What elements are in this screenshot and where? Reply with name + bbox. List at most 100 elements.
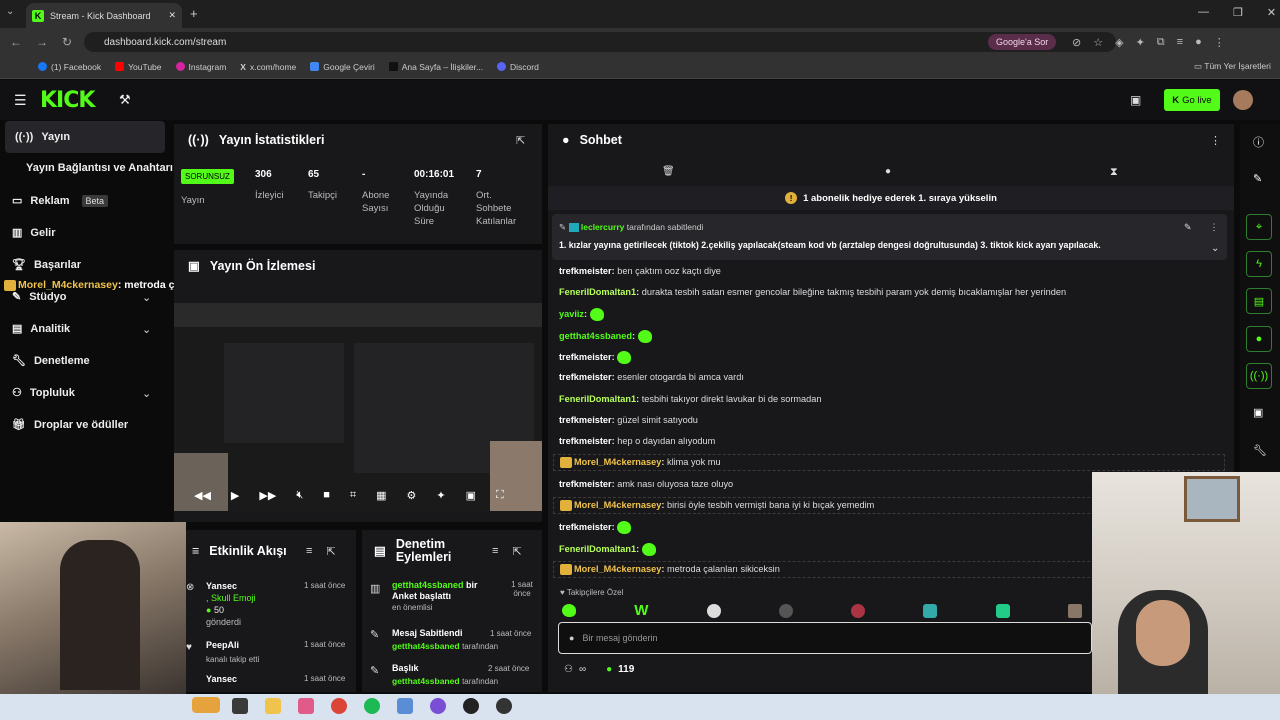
settings-icon[interactable]: ⚙ xyxy=(407,489,417,502)
app-icon[interactable] xyxy=(496,698,512,714)
back-icon[interactable]: ← xyxy=(10,35,22,49)
weather-widget-icon[interactable] xyxy=(192,697,220,713)
stream-preview[interactable]: ◀◀ ▶ ▶▶ 🔇︎ ■ ⌗ ▦ ⚙ ✦ ▣ ⛶ xyxy=(174,303,542,511)
obs-icon[interactable] xyxy=(463,698,479,714)
sparkle-icon[interactable]: ✦ xyxy=(436,489,445,502)
pencil-icon[interactable]: ✎ xyxy=(1253,172,1262,185)
chat-input[interactable]: ● Bir mesaj gönderin xyxy=(558,622,1092,654)
sidebar-item-drops[interactable]: 🎁︎ Droplar ve ödüller xyxy=(12,418,128,432)
emote-icon[interactable] xyxy=(706,603,721,618)
minimize-icon[interactable]: — xyxy=(1198,6,1209,19)
fullscreen-icon[interactable]: ⛶ xyxy=(496,489,504,502)
extension-icon[interactable]: ◈ xyxy=(1115,36,1123,49)
expand-chevron-icon[interactable]: ⌄ xyxy=(1211,243,1219,254)
menu-icon[interactable]: ⋮ xyxy=(1214,36,1225,49)
emote-icon[interactable] xyxy=(778,603,793,618)
sidebar-item-stream-key[interactable]: Yayın Bağlantısı ve Anahtarı xyxy=(26,162,173,174)
bookmark-facebook[interactable]: (1) Facebook xyxy=(38,62,101,72)
emote-icon[interactable] xyxy=(851,603,866,618)
google-ask-button[interactable]: Google'a Sor xyxy=(988,34,1057,50)
task-view-icon[interactable] xyxy=(232,698,248,714)
hamburger-menu-icon[interactable]: ☰ xyxy=(14,92,27,109)
bookmark-discord[interactable]: Discord xyxy=(497,62,539,72)
close-window-icon[interactable]: ✕ xyxy=(1267,6,1276,19)
info-icon[interactable]: ⓘ xyxy=(1253,134,1264,150)
filter-icon[interactable]: ≡ xyxy=(492,545,498,558)
restore-icon[interactable]: ❐ xyxy=(1233,6,1243,19)
go-live-button[interactable]: K Go live xyxy=(1164,89,1220,111)
sidebar-item-community[interactable]: ⚇ Topluluk xyxy=(12,386,75,400)
grid-icon[interactable]: ▦ xyxy=(376,489,386,502)
url-field[interactable]: dashboard.kick.com/stream xyxy=(84,32,1116,52)
play-icon[interactable]: ▶ xyxy=(231,489,239,502)
chat-username[interactable]: FeneriIDomaltan1 xyxy=(559,394,636,404)
emote-icon[interactable] xyxy=(562,604,576,617)
chrome-icon[interactable] xyxy=(331,698,347,714)
chat-menu-icon[interactable]: ⋮ xyxy=(1210,134,1221,147)
crop-icon[interactable]: ⌗ xyxy=(350,489,356,502)
chat-username[interactable]: trefkmeister xyxy=(559,436,612,446)
sub-banner[interactable]: ! 1 abonelik hediye ederek 1. sıraya yüks… xyxy=(548,186,1234,210)
popout-icon[interactable]: ⇱ xyxy=(512,545,521,558)
chevron-down-icon[interactable]: ⌄ xyxy=(142,291,151,304)
chat-username[interactable]: Morel_M4ckernasey xyxy=(574,564,661,574)
chat-username[interactable]: trefkmeister xyxy=(559,415,612,425)
profile-icon[interactable]: ● xyxy=(1195,36,1202,49)
forward-icon[interactable]: ▶▶ xyxy=(259,489,276,502)
popout-icon[interactable]: ⇱ xyxy=(326,545,335,558)
eye-off-icon[interactable]: ⊘ xyxy=(1072,36,1081,49)
chat-username[interactable]: Morel_M4ckernasey xyxy=(574,457,661,467)
chat-bubble-icon[interactable]: ● xyxy=(885,166,891,177)
spotify-icon[interactable] xyxy=(364,698,380,714)
bookmark-translate[interactable]: Google Çeviri xyxy=(310,62,375,72)
avatar[interactable] xyxy=(1233,90,1253,110)
star-icon[interactable]: ☆ xyxy=(1093,36,1103,49)
w-emote-icon[interactable]: W xyxy=(634,602,648,619)
bookmark-youtube[interactable]: YouTube xyxy=(115,62,162,72)
app-icon[interactable] xyxy=(430,698,446,714)
chat-username[interactable]: getthat4ssbaned xyxy=(559,331,632,341)
popout-icon[interactable]: ⇱ xyxy=(516,134,525,147)
sidebar-item-studio[interactable]: ✎ Stüdyo xyxy=(12,290,67,304)
chat-username[interactable]: trefkmeister xyxy=(559,266,612,276)
chat-username[interactable]: yaviiz xyxy=(559,309,584,319)
settings-icon[interactable] xyxy=(397,698,413,714)
pip-icon[interactable]: ▣ xyxy=(466,489,476,502)
bookmark-instagram[interactable]: Instagram xyxy=(175,62,226,72)
chat-username[interactable]: FeneriIDomaltan1 xyxy=(559,544,636,554)
wrench-icon[interactable]: 🔧︎ xyxy=(1253,444,1267,457)
chat-username[interactable]: FeneriIDomaltan1 xyxy=(559,287,636,297)
cast-icon[interactable]: ▣ xyxy=(1130,93,1141,107)
unpin-icon[interactable]: ✎ xyxy=(1184,222,1192,233)
kick-logo[interactable]: KICK xyxy=(40,88,95,113)
all-bookmarks[interactable]: ▭ Tüm Yer İşaretleri xyxy=(1194,61,1271,72)
sidebar-item-moderation[interactable]: 🔧︎ Denetleme xyxy=(12,354,90,368)
emote-icon[interactable] xyxy=(995,603,1010,618)
sidebar-item-achievements[interactable]: 🏆︎ Başarılar xyxy=(12,258,81,272)
chat-username[interactable]: trefkmeister xyxy=(559,522,612,532)
puzzle-icon[interactable]: ✦ xyxy=(1136,36,1145,49)
broadcast-icon[interactable]: ((·)) xyxy=(1246,363,1272,389)
mute-icon[interactable]: 🔇︎ xyxy=(296,489,303,502)
sidebar-item-ads[interactable]: ▭ Reklam Beta xyxy=(12,194,109,207)
tab-list-icon[interactable]: ⌄ xyxy=(6,6,14,17)
reload-icon[interactable]: ↻ xyxy=(62,35,72,49)
hourglass-icon[interactable]: ⧗ xyxy=(1110,166,1118,179)
focus-icon[interactable]: ⌖ xyxy=(1246,214,1272,240)
bookmark-home[interactable]: Ana Sayfa – İlişkiler... xyxy=(388,62,483,72)
close-tab-icon[interactable]: ✕ xyxy=(168,10,176,21)
emote-icon[interactable] xyxy=(1067,603,1082,618)
extensions-icon[interactable]: ⧉ xyxy=(1157,36,1165,49)
media-icon[interactable]: ≡ xyxy=(1177,36,1183,49)
camera-icon[interactable]: ■ xyxy=(323,489,330,502)
users-icon[interactable]: ⚇ xyxy=(564,664,573,675)
app-icon[interactable] xyxy=(298,698,314,714)
chat-username[interactable]: Morel_M4ckernasey xyxy=(574,500,661,510)
server-icon[interactable]: ▣ xyxy=(1253,406,1263,419)
document-icon[interactable]: ▤ xyxy=(1246,288,1272,314)
filter-icon[interactable]: ≡ xyxy=(306,545,312,558)
chat-username[interactable]: trefkmeister xyxy=(559,479,612,489)
bookmark-x[interactable]: Xx.com/home xyxy=(240,62,296,72)
new-tab-icon[interactable]: + xyxy=(190,6,198,21)
chevron-down-icon[interactable]: ⌄ xyxy=(142,387,151,400)
